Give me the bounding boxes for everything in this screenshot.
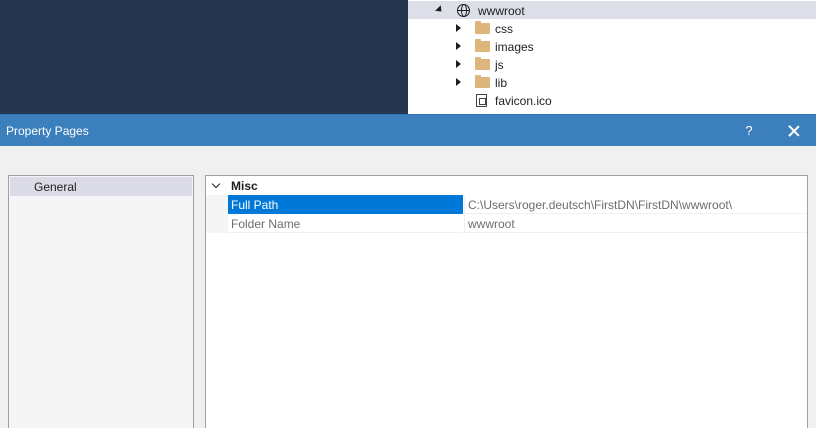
expanded-caret-icon[interactable] <box>434 4 445 15</box>
folder-icon <box>475 57 490 70</box>
collapsed-caret-icon[interactable] <box>453 23 463 33</box>
tree-item-label: lib <box>495 76 508 90</box>
globe-icon <box>457 4 470 17</box>
category-nav: General <box>8 175 194 428</box>
property-pages-dialog: Property Pages ? General Misc Full Path … <box>0 114 816 428</box>
help-icon: ? <box>745 123 753 138</box>
property-value[interactable]: C:\Users\roger.deutsch\FirstDN\FirstDN\w… <box>464 195 807 214</box>
property-grid: Misc Full Path C:\Users\roger.deutsch\Fi… <box>205 175 808 428</box>
collapsed-caret-icon[interactable] <box>453 59 463 69</box>
chevron-down-icon[interactable] <box>210 179 222 191</box>
property-row-full-path[interactable]: Full Path C:\Users\roger.deutsch\FirstDN… <box>206 195 807 214</box>
property-value[interactable]: wwwroot <box>464 214 807 233</box>
tree-item-label: images <box>495 40 534 54</box>
collapsed-caret-icon[interactable] <box>453 77 463 87</box>
tree-item-lib[interactable]: lib <box>408 73 816 91</box>
help-button[interactable]: ? <box>732 115 766 146</box>
dialog-titlebar[interactable]: Property Pages ? <box>0 115 816 146</box>
tree-item-css[interactable]: css <box>408 19 816 37</box>
row-gutter <box>206 214 228 233</box>
dialog-title: Property Pages <box>6 124 89 138</box>
tree-item-favicon[interactable]: favicon.ico <box>408 91 816 109</box>
row-gutter <box>206 195 228 214</box>
property-name[interactable]: Full Path <box>228 195 463 214</box>
property-row-folder-name[interactable]: Folder Name wwwroot <box>206 214 807 233</box>
tree-item-js[interactable]: js <box>408 55 816 73</box>
tree-item-wwwroot[interactable]: wwwroot <box>408 1 816 19</box>
tree-item-label: wwwroot <box>478 4 525 18</box>
tree-item-label: favicon.ico <box>495 94 552 108</box>
folder-icon <box>475 75 490 88</box>
close-icon <box>788 125 800 137</box>
tree-item-label: js <box>495 58 504 72</box>
tree-item-label: css <box>495 22 513 36</box>
editor-background <box>0 0 408 114</box>
nav-item-label: General <box>34 180 77 194</box>
folder-icon <box>475 39 490 52</box>
category-row-misc[interactable]: Misc <box>206 176 807 195</box>
collapsed-caret-icon[interactable] <box>453 41 463 51</box>
solution-explorer: wwwroot css images js lib favicon.ico <box>408 0 816 114</box>
folder-icon <box>475 21 490 34</box>
tree-item-images[interactable]: images <box>408 37 816 55</box>
property-name[interactable]: Folder Name <box>228 214 463 233</box>
file-icon <box>476 94 487 107</box>
category-label: Misc <box>231 179 258 193</box>
nav-item-general[interactable]: General <box>10 177 192 196</box>
close-button[interactable] <box>777 115 811 146</box>
